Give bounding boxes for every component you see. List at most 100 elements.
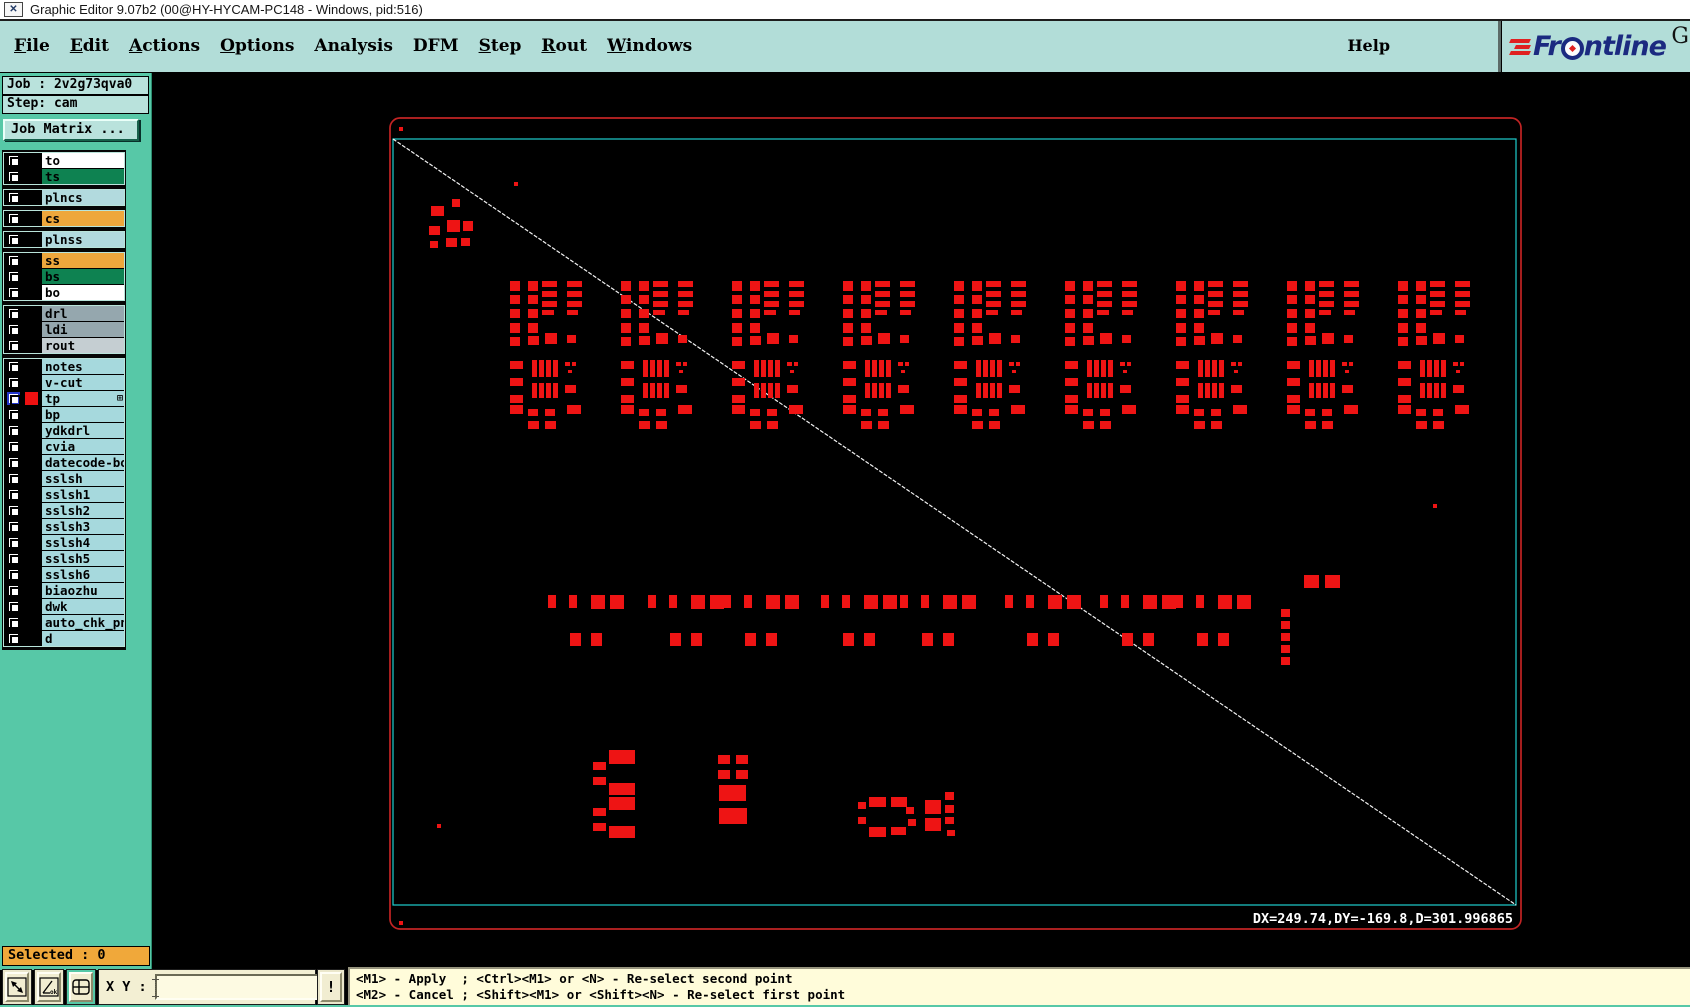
- xy-input[interactable]: [154, 974, 336, 1000]
- layer-checkbox[interactable]: [7, 212, 21, 226]
- layer-name[interactable]: ss: [42, 253, 124, 268]
- layer-checkbox[interactable]: [7, 170, 21, 184]
- layer-row-biaozhu[interactable]: biaozhu: [4, 583, 124, 599]
- layer-row-cvia[interactable]: cvia: [4, 439, 124, 455]
- layer-name[interactable]: cs: [42, 211, 124, 226]
- measure-distance-button[interactable]: [2, 969, 32, 1005]
- layer-checkbox[interactable]: [7, 504, 21, 518]
- layer-row-sslsh6[interactable]: sslsh6: [4, 567, 124, 583]
- layer-name[interactable]: biaozhu: [42, 583, 124, 598]
- layer-name[interactable]: sslsh5: [42, 551, 124, 566]
- layer-name[interactable]: tp ⊞: [42, 391, 124, 406]
- layer-checkbox[interactable]: [7, 191, 21, 205]
- layer-name[interactable]: sslsh3: [42, 519, 124, 534]
- layer-row-ts[interactable]: ts: [4, 169, 124, 184]
- pcb-canvas[interactable]: DX=249.74,DY=-169.8,D=301.996865: [152, 73, 1690, 967]
- layer-name[interactable]: d: [42, 631, 124, 646]
- layer-checkbox[interactable]: [7, 536, 21, 550]
- layer-row-v-cut[interactable]: v-cut: [4, 375, 124, 391]
- layer-name[interactable]: bp: [42, 407, 124, 422]
- layer-name[interactable]: auto_chk_pnl: [42, 615, 124, 630]
- layer-checkbox[interactable]: [7, 254, 21, 268]
- layer-checkbox[interactable]: [7, 424, 21, 438]
- layer-checkbox[interactable]: [7, 408, 21, 422]
- layer-name[interactable]: ydkdrl: [42, 423, 124, 438]
- layer-row-sslsh1[interactable]: sslsh1: [4, 487, 124, 503]
- layer-checkbox[interactable]: [7, 632, 21, 646]
- layer-row-dwk[interactable]: dwk: [4, 599, 124, 615]
- layer-row-bs[interactable]: bs: [4, 269, 124, 285]
- layer-checkbox[interactable]: [7, 339, 21, 353]
- layer-row-datecode-bo[interactable]: datecode-bo: [4, 455, 124, 471]
- layer-checkbox[interactable]: [7, 616, 21, 630]
- layer-row-d[interactable]: d: [4, 631, 124, 646]
- layer-row-sslsh5[interactable]: sslsh5: [4, 551, 124, 567]
- layer-row-cs[interactable]: cs: [4, 211, 124, 226]
- job-matrix-button[interactable]: Job Matrix ...: [3, 119, 139, 141]
- layer-name[interactable]: sslsh6: [42, 567, 124, 582]
- layer-checkbox[interactable]: [7, 376, 21, 390]
- menu-dfm[interactable]: DFM: [413, 36, 459, 56]
- layer-checkbox[interactable]: [7, 488, 21, 502]
- menu-edit[interactable]: Edit: [70, 36, 109, 56]
- layer-row-sslsh3[interactable]: sslsh3: [4, 519, 124, 535]
- layer-name[interactable]: to: [42, 153, 124, 168]
- layer-name[interactable]: cvia: [42, 439, 124, 454]
- layer-checkbox[interactable]: [7, 307, 21, 321]
- alert-button[interactable]: !: [317, 969, 345, 1005]
- layer-name[interactable]: sslsh4: [42, 535, 124, 550]
- layer-row-drl[interactable]: drl: [4, 306, 124, 322]
- layer-name[interactable]: ldi: [42, 322, 124, 337]
- layer-checkbox[interactable]: [7, 392, 21, 406]
- menu-step[interactable]: Step: [479, 36, 522, 56]
- layer-name[interactable]: sslsh: [42, 471, 124, 486]
- layer-row-bp[interactable]: bp: [4, 407, 124, 423]
- layer-name[interactable]: ts: [42, 169, 124, 184]
- layer-row-auto_chk_pnl[interactable]: auto_chk_pnl: [4, 615, 124, 631]
- menu-options[interactable]: Options: [220, 36, 294, 56]
- layer-row-tp[interactable]: tp ⊞: [4, 391, 124, 407]
- layer-name[interactable]: v-cut: [42, 375, 124, 390]
- layer-color-swatch[interactable]: [25, 392, 38, 405]
- layer-row-to[interactable]: to: [4, 153, 124, 169]
- menu-help[interactable]: Help: [1347, 36, 1390, 55]
- layer-row-ldi[interactable]: ldi: [4, 322, 124, 338]
- layer-checkbox[interactable]: [7, 600, 21, 614]
- layer-checkbox[interactable]: [7, 440, 21, 454]
- layer-name[interactable]: plnss: [42, 232, 124, 247]
- layer-row-bo[interactable]: bo: [4, 285, 124, 300]
- layer-name[interactable]: bo: [42, 285, 124, 300]
- layer-checkbox[interactable]: [7, 568, 21, 582]
- layer-checkbox[interactable]: [7, 233, 21, 247]
- layer-row-sslsh2[interactable]: sslsh2: [4, 503, 124, 519]
- layer-checkbox[interactable]: [7, 552, 21, 566]
- layer-row-rout[interactable]: rout: [4, 338, 124, 353]
- layer-checkbox[interactable]: [7, 270, 21, 284]
- menu-analysis[interactable]: Analysis: [314, 36, 393, 56]
- layer-row-sslsh4[interactable]: sslsh4: [4, 535, 124, 551]
- layer-name[interactable]: drl: [42, 306, 124, 321]
- layer-row-sslsh[interactable]: sslsh: [4, 471, 124, 487]
- layer-checkbox[interactable]: [7, 360, 21, 374]
- layer-name[interactable]: sslsh1: [42, 487, 124, 502]
- layer-name[interactable]: rout: [42, 338, 124, 353]
- layer-checkbox[interactable]: [7, 472, 21, 486]
- layer-name[interactable]: plncs: [42, 190, 124, 205]
- layer-row-plnss[interactable]: plnss: [4, 232, 124, 247]
- layer-checkbox[interactable]: [7, 456, 21, 470]
- layer-row-ydkdrl[interactable]: ydkdrl: [4, 423, 124, 439]
- measure-angle-button[interactable]: ok: [34, 969, 64, 1005]
- layer-name[interactable]: dwk: [42, 599, 124, 614]
- layer-row-plncs[interactable]: plncs: [4, 190, 124, 205]
- menu-windows[interactable]: Windows: [607, 36, 692, 56]
- panel-view-button[interactable]: [66, 969, 96, 1005]
- layer-name[interactable]: notes: [42, 359, 124, 374]
- layer-name[interactable]: bs: [42, 269, 124, 284]
- layer-checkbox[interactable]: [7, 323, 21, 337]
- layer-checkbox[interactable]: [7, 584, 21, 598]
- layer-name[interactable]: datecode-bo: [42, 455, 124, 470]
- layer-row-ss[interactable]: ss: [4, 253, 124, 269]
- menu-actions[interactable]: Actions: [129, 36, 200, 56]
- layer-checkbox[interactable]: [7, 154, 21, 168]
- layer-checkbox[interactable]: [7, 286, 21, 300]
